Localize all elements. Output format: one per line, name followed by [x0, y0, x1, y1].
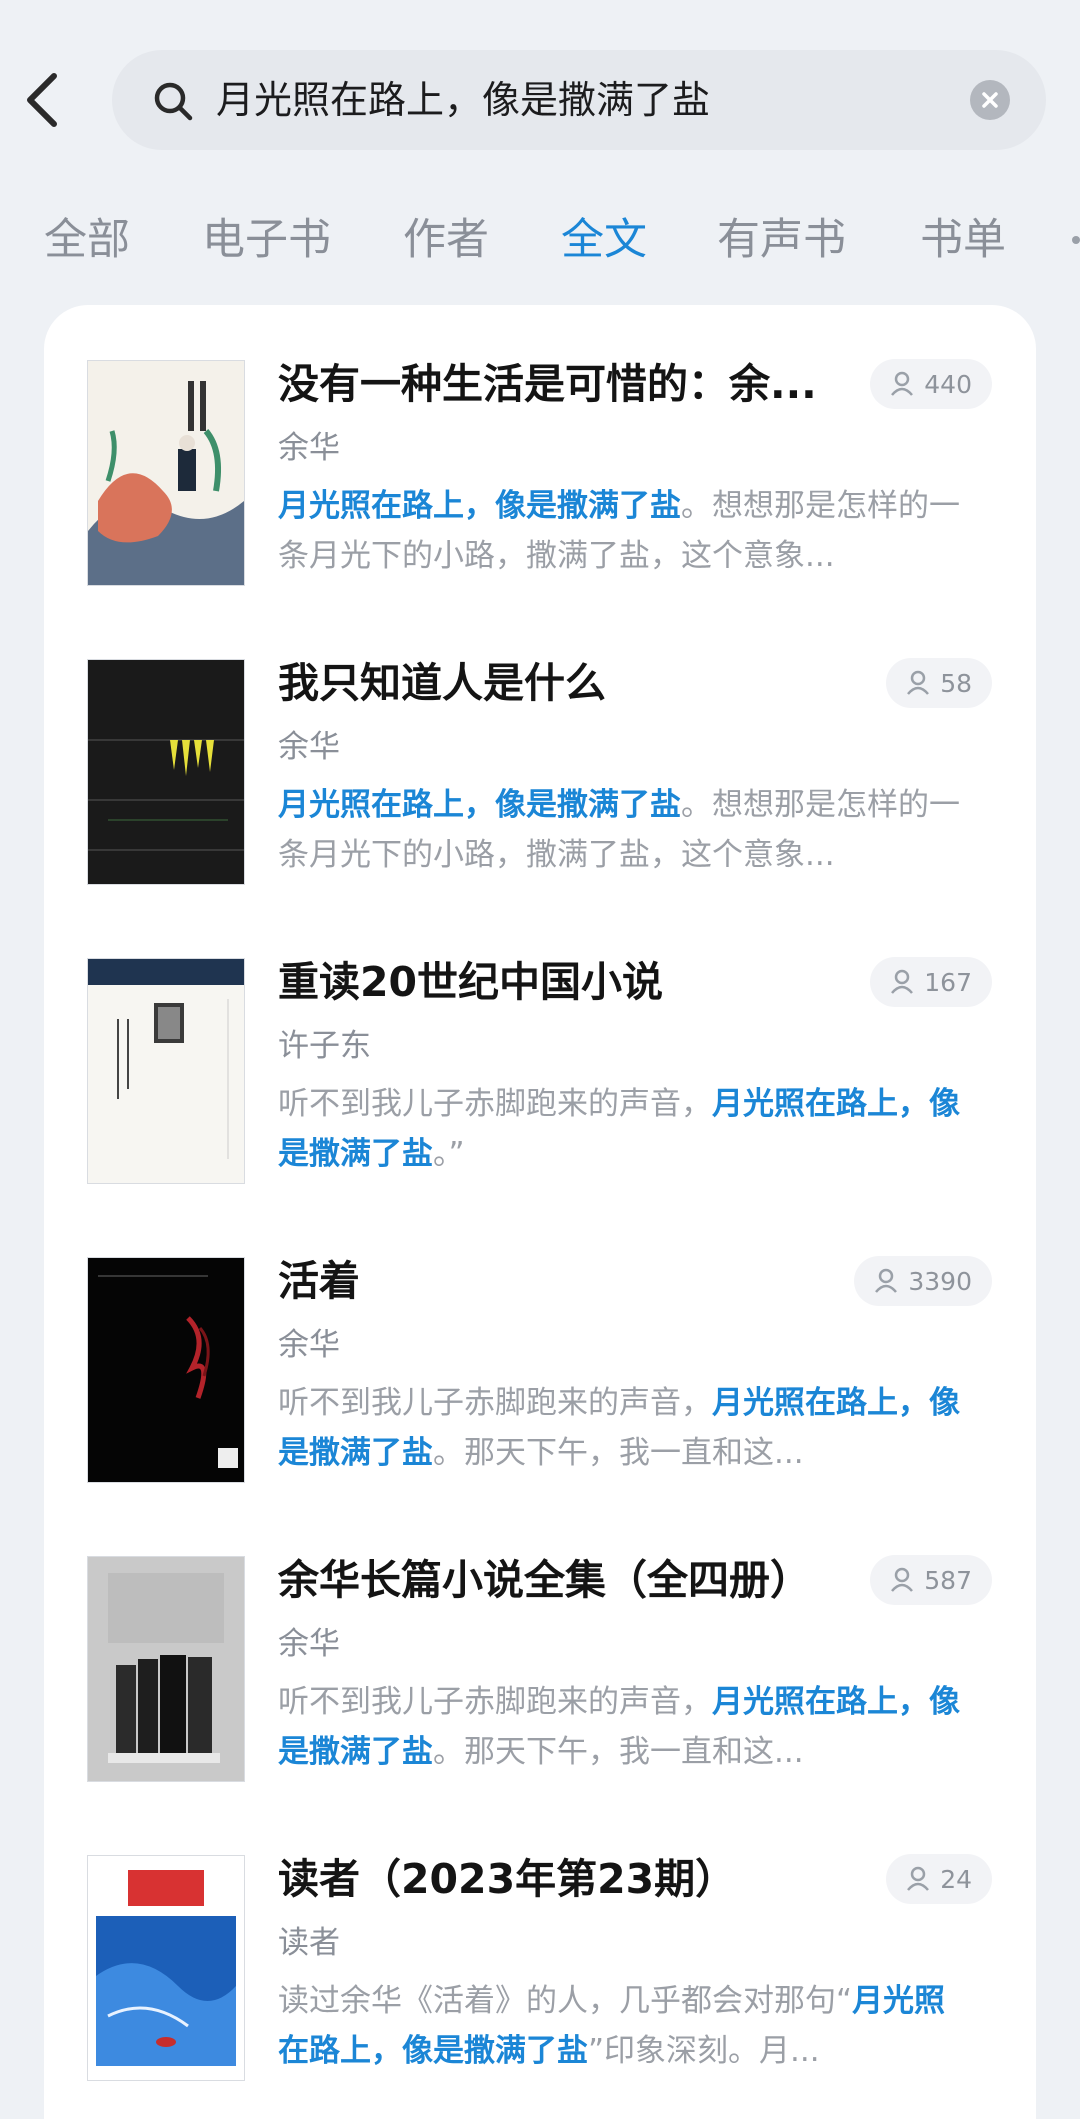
user-icon [907, 670, 930, 695]
snippet-prefix: 听不到我儿子赤脚跑来的声音， [278, 1086, 712, 1122]
readers-count: 587 [924, 1565, 972, 1595]
top-bar: 月光照在路上，像是撒满了盐 [0, 0, 1080, 200]
readers-count: 3390 [908, 1266, 972, 1296]
readers-badge: 58 [886, 658, 992, 708]
book-author: 余华 [278, 430, 340, 466]
book-cover [88, 1258, 244, 1482]
list-item[interactable]: 重读20世纪中国小说 167 许子东 听不到我儿子赤脚跑来的声音，月光照在路上，… [44, 903, 1036, 1203]
book-title: 活着 [278, 1257, 360, 1305]
user-icon [907, 1866, 930, 1891]
snippet: 读过余华《活着》的人，几乎都会对那句“月光照在路上，像是撒满了盐”印象深刻。月.… [278, 1976, 968, 2080]
close-icon [982, 92, 998, 108]
list-item[interactable]: 余华长篇小说全集（全四册） 587 余华 听不到我儿子赤脚跑来的声音，月光照在路… [44, 1501, 1036, 1801]
readers-count: 58 [940, 668, 972, 698]
snippet: 听不到我儿子赤脚跑来的声音，月光照在路上，像是撒满了盐。那天下午，我一直和这..… [278, 1677, 968, 1781]
tab-booklist[interactable]: 书单 [920, 200, 1006, 280]
tab-ebook[interactable]: 电子书 [202, 200, 331, 280]
book-title: 没有一种生活是可惜的：余... [278, 360, 817, 408]
back-button[interactable] [14, 64, 70, 136]
user-icon [891, 371, 914, 396]
snippet: 听不到我儿子赤脚跑来的声音，月光照在路上，像是撒满了盐。那天下午，我一直和这..… [278, 1378, 968, 1482]
snippet-suffix: 。那天下午，我一直和这... [433, 1435, 804, 1471]
tabs-overflow-indicator [1072, 236, 1080, 244]
readers-count: 24 [940, 1864, 972, 1894]
list-item[interactable]: 读者（2023年第23期） 24 读者 读过余华《活着》的人，几乎都会对那句“月… [44, 1800, 1036, 2100]
category-tabs: 全部 电子书 作者 全文 有声书 书单 [0, 200, 1080, 280]
snippet: 月光照在路上，像是撒满了盐。想想那是怎样的一条月光下的小路，撒满了盐，这个意象.… [278, 780, 968, 884]
snippet-prefix: 听不到我儿子赤脚跑来的声音， [278, 1684, 712, 1720]
chevron-left-icon [27, 73, 57, 127]
book-title: 余华长篇小说全集（全四册） [278, 1556, 811, 1604]
book-author: 余华 [278, 1626, 340, 1662]
search-icon [154, 82, 193, 121]
search-box[interactable]: 月光照在路上，像是撒满了盐 [112, 50, 1046, 150]
book-author: 余华 [278, 1327, 340, 1363]
readers-count: 167 [924, 967, 972, 997]
book-cover [88, 1856, 244, 2080]
readers-badge: 24 [886, 1854, 992, 1904]
book-author: 读者 [278, 1925, 340, 1961]
readers-badge: 587 [870, 1555, 992, 1605]
snippet-suffix: 。” [433, 1136, 465, 1172]
snippet-highlight: 月光照在路上，像是撒满了盐 [278, 787, 681, 823]
readers-count: 440 [924, 369, 972, 399]
snippet-prefix: 听不到我儿子赤脚跑来的声音， [278, 1385, 712, 1421]
readers-badge: 167 [870, 957, 992, 1007]
book-author: 许子东 [278, 1028, 371, 1064]
user-icon [891, 1567, 914, 1592]
list-item[interactable]: 我只知道人是什么 58 余华 月光照在路上，像是撒满了盐。想想那是怎样的一条月光… [44, 604, 1036, 904]
list-item[interactable]: 没有一种生活是可惜的：余... 440 余华 月光照在路上，像是撒满了盐。想想那… [44, 305, 1036, 605]
results-list: 没有一种生活是可惜的：余... 440 余华 月光照在路上，像是撒满了盐。想想那… [44, 305, 1036, 2119]
book-title: 我只知道人是什么 [278, 659, 606, 707]
tab-author[interactable]: 作者 [403, 200, 489, 280]
tab-all[interactable]: 全部 [44, 200, 130, 280]
tab-fulltext[interactable]: 全文 [561, 200, 647, 280]
book-cover [88, 959, 244, 1183]
book-cover [88, 361, 244, 585]
clear-search-button[interactable] [970, 80, 1010, 120]
user-icon [875, 1268, 898, 1293]
tab-audiobook[interactable]: 有声书 [717, 200, 846, 280]
book-cover [88, 660, 244, 884]
book-title: 重读20世纪中国小说 [278, 958, 664, 1006]
book-cover [88, 1557, 244, 1781]
search-input[interactable]: 月光照在路上，像是撒满了盐 [216, 50, 710, 150]
snippet-suffix: ”印象深刻。月... [588, 2033, 820, 2069]
snippet: 听不到我儿子赤脚跑来的声音，月光照在路上，像是撒满了盐。” [278, 1079, 968, 1183]
list-item[interactable]: 活着 3390 余华 听不到我儿子赤脚跑来的声音，月光照在路上，像是撒满了盐。那… [44, 1202, 1036, 1502]
snippet-prefix: 读过余华《活着》的人，几乎都会对那句“ [278, 1983, 853, 2019]
snippet-highlight: 月光照在路上，像是撒满了盐 [278, 488, 681, 524]
readers-badge: 440 [870, 359, 992, 409]
readers-badge: 3390 [854, 1256, 992, 1306]
snippet: 月光照在路上，像是撒满了盐。想想那是怎样的一条月光下的小路，撒满了盐，这个意象.… [278, 481, 968, 585]
snippet-suffix: 。那天下午，我一直和这... [433, 1734, 804, 1770]
user-icon [891, 969, 914, 994]
book-title: 读者（2023年第23期） [278, 1855, 737, 1903]
book-author: 余华 [278, 729, 340, 765]
